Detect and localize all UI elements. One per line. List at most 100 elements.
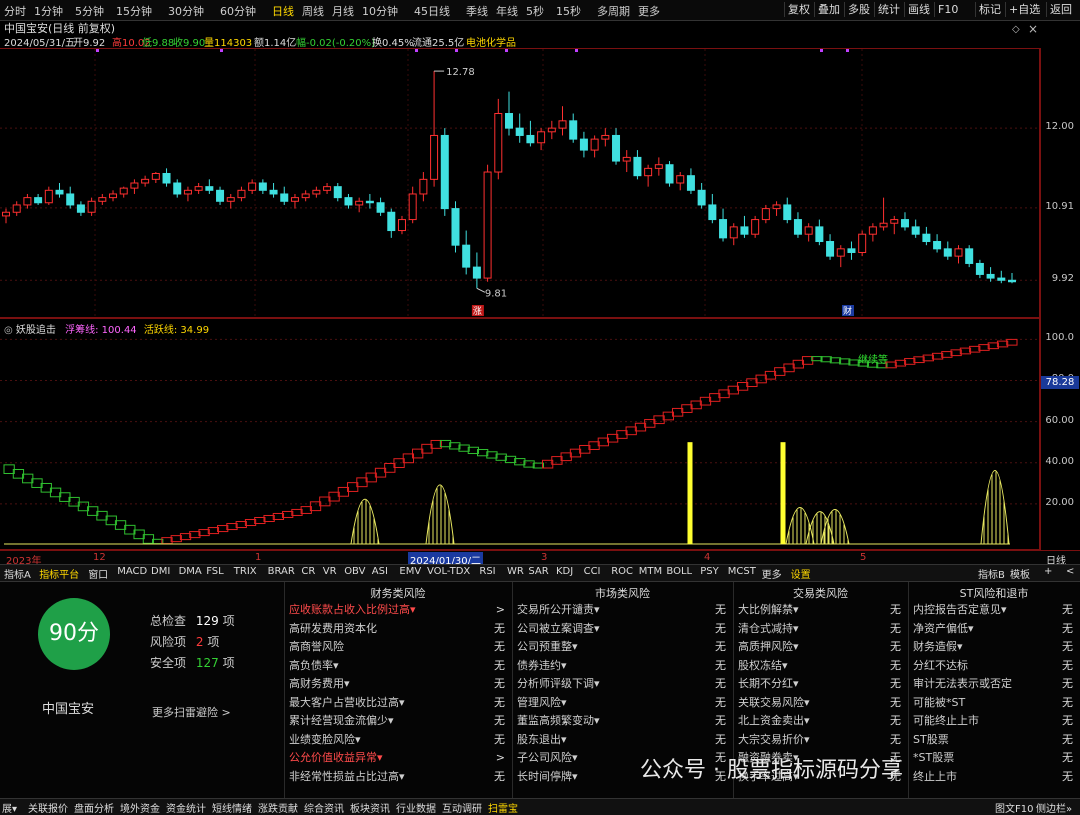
indicator-panel[interactable]: 继续等 ◎ 妖股追击 浮筹线: 100.44 活跃线: 34.99: [0, 318, 1040, 550]
risk-row[interactable]: 长期不分红▾ 无: [738, 675, 901, 693]
timeframe-1[interactable]: 1分钟: [34, 3, 63, 19]
indicator-tab-9[interactable]: CR: [301, 566, 315, 577]
risk-row[interactable]: 可能终止上市 无: [913, 712, 1073, 730]
indicator-tab-4[interactable]: DMI: [151, 566, 170, 577]
risk-row[interactable]: 可能被*ST 无: [913, 694, 1073, 712]
timeframe-0[interactable]: 分时: [4, 3, 26, 19]
tab-right-1[interactable]: 模板: [1010, 566, 1030, 581]
indicator-tab-21[interactable]: MTM: [639, 566, 662, 577]
risk-row[interactable]: 清仓式减持▾ 无: [738, 620, 901, 638]
bottom-tab-5[interactable]: 短线情绪: [212, 800, 252, 815]
risk-row[interactable]: 大比例解禁▾ 无: [738, 601, 901, 619]
indicator-tab-16[interactable]: WR: [507, 566, 524, 577]
indicator-tab-12[interactable]: ASI: [372, 566, 388, 577]
indicator-tab-2[interactable]: 窗口: [88, 566, 108, 581]
risk-row[interactable]: 净资产偏低▾ 无: [913, 620, 1073, 638]
indicator-settings-icon[interactable]: ◎: [4, 325, 13, 336]
indicator-tab-5[interactable]: DMA: [179, 566, 202, 577]
toolbar-btn-8[interactable]: 返回: [1046, 2, 1075, 17]
timeframe-16[interactable]: 更多: [638, 3, 660, 19]
timeframe-6[interactable]: 日线: [272, 3, 294, 19]
timeframe-10[interactable]: 45日线: [414, 3, 450, 19]
timeframe-2[interactable]: 5分钟: [75, 3, 104, 19]
timeframe-4[interactable]: 30分钟: [168, 3, 204, 19]
risk-row[interactable]: *ST股票 无: [913, 749, 1073, 767]
indicator-tab-17[interactable]: SAR: [528, 566, 548, 577]
indicator-tab-19[interactable]: CCI: [584, 566, 601, 577]
bottom-tab-6[interactable]: 涨跌贡献: [258, 800, 298, 815]
risk-row[interactable]: 财务造假▾ 无: [913, 638, 1073, 656]
timeframe-9[interactable]: 10分钟: [362, 3, 398, 19]
timeframe-11[interactable]: 季线: [466, 3, 488, 19]
risk-row[interactable]: 北上资金卖出▾ 无: [738, 712, 901, 730]
risk-row[interactable]: 股权冻结▾ 无: [738, 657, 901, 675]
indicator-tab-8[interactable]: BRAR: [268, 566, 295, 577]
risk-row[interactable]: 非经常性损益占比过高▾ 无: [289, 768, 505, 786]
bottom-tab-10[interactable]: 互动调研: [442, 800, 482, 815]
tab-right-2[interactable]: +: [1044, 566, 1052, 577]
panel-close-icon[interactable]: ×: [1028, 22, 1038, 36]
indicator-tab-23[interactable]: PSY: [700, 566, 719, 577]
risk-row[interactable]: 最大客户占营收比过高▾ 无: [289, 694, 505, 712]
bottom-tab-4[interactable]: 资金统计: [166, 800, 206, 815]
indicator-tab-24[interactable]: MCST: [728, 566, 756, 577]
timeframe-13[interactable]: 5秒: [526, 3, 544, 19]
risk-row[interactable]: 债券违约▾ 无: [517, 657, 726, 675]
indicator-tab-13[interactable]: EMV: [399, 566, 421, 577]
timeframe-12[interactable]: 年线: [496, 3, 518, 19]
tab-right-0[interactable]: 指标B: [978, 566, 1005, 581]
toolbar-btn-0[interactable]: 复权: [784, 2, 813, 17]
timeframe-5[interactable]: 60分钟: [220, 3, 256, 19]
risk-row[interactable]: 高研发费用资本化 无: [289, 620, 505, 638]
toolbar-btn-2[interactable]: 多股: [844, 2, 873, 17]
risk-row[interactable]: 公司预重整▾ 无: [517, 638, 726, 656]
risk-row[interactable]: ST股票 无: [913, 731, 1073, 749]
timeframe-14[interactable]: 15秒: [556, 3, 581, 19]
indicator-tab-15[interactable]: RSI: [479, 566, 495, 577]
risk-row[interactable]: 审计无法表示或否定 无: [913, 675, 1073, 693]
indicator-tab-10[interactable]: VR: [323, 566, 337, 577]
risk-row[interactable]: 内控报告否定意见▾ 无: [913, 601, 1073, 619]
indicator-tab-3[interactable]: MACD: [117, 566, 147, 577]
risk-row[interactable]: 管理风险▾ 无: [517, 694, 726, 712]
price-chart-panel[interactable]: 12.78 9.81 涨 财: [0, 48, 1040, 318]
bottom-right-0[interactable]: 图文F10: [995, 800, 1033, 815]
indicator-tab-1[interactable]: 指标平台: [39, 566, 79, 581]
risk-row[interactable]: 业绩变脸风险▾ 无: [289, 731, 505, 749]
risk-row[interactable]: 累计经营现金流偏少▾ 无: [289, 712, 505, 730]
indicator-tab-11[interactable]: OBV: [344, 566, 365, 577]
risk-row[interactable]: 高商誉风险 无: [289, 638, 505, 656]
bottom-tab-0[interactable]: 展▾: [2, 800, 17, 815]
bottom-tab-8[interactable]: 板块资讯: [350, 800, 390, 815]
risk-row[interactable]: 分析师评级下调▾ 无: [517, 675, 726, 693]
indicator-tab-22[interactable]: BOLL: [666, 566, 692, 577]
bottom-tab-11[interactable]: 扫雷宝: [488, 800, 518, 815]
risk-row[interactable]: 高负债率▾ 无: [289, 657, 505, 675]
risk-row[interactable]: 应收账款占收入比例过高▾ >: [289, 601, 505, 619]
bottom-right-1[interactable]: 侧边栏»: [1036, 800, 1072, 815]
indicator-tab-6[interactable]: FSL: [206, 566, 224, 577]
tab-right-3[interactable]: <: [1066, 566, 1074, 577]
risk-row[interactable]: 公司被立案调查▾ 无: [517, 620, 726, 638]
toolbar-btn-7[interactable]: +自选: [1005, 2, 1043, 17]
indicator-tab-18[interactable]: KDJ: [556, 566, 573, 577]
indicator-tab-26[interactable]: 设置: [791, 566, 811, 581]
timeframe-7[interactable]: 周线: [302, 3, 324, 19]
risk-row[interactable]: 大宗交易折价▾ 无: [738, 731, 901, 749]
risk-row[interactable]: 终止上市 无: [913, 768, 1073, 786]
bottom-tab-3[interactable]: 境外资金: [120, 800, 160, 815]
indicator-tab-14[interactable]: VOL-TDX: [427, 566, 470, 577]
toolbar-btn-1[interactable]: 叠加: [814, 2, 843, 17]
timeframe-8[interactable]: 月线: [332, 3, 354, 19]
toolbar-btn-3[interactable]: 统计: [874, 2, 903, 17]
panel-menu-icon[interactable]: ◇: [1012, 24, 1020, 35]
more-scan-link[interactable]: 更多扫雷避险 >: [152, 704, 231, 720]
indicator-tab-25[interactable]: 更多: [762, 566, 782, 581]
risk-row[interactable]: 分红不达标 无: [913, 657, 1073, 675]
risk-row[interactable]: 董监高频繁变动▾ 无: [517, 712, 726, 730]
toolbar-btn-5[interactable]: F10: [934, 2, 961, 17]
risk-row[interactable]: 交易所公开谴责▾ 无: [517, 601, 726, 619]
bottom-tab-1[interactable]: 关联报价: [28, 800, 68, 815]
indicator-tab-20[interactable]: ROC: [611, 566, 633, 577]
risk-row[interactable]: 高质押风险▾ 无: [738, 638, 901, 656]
